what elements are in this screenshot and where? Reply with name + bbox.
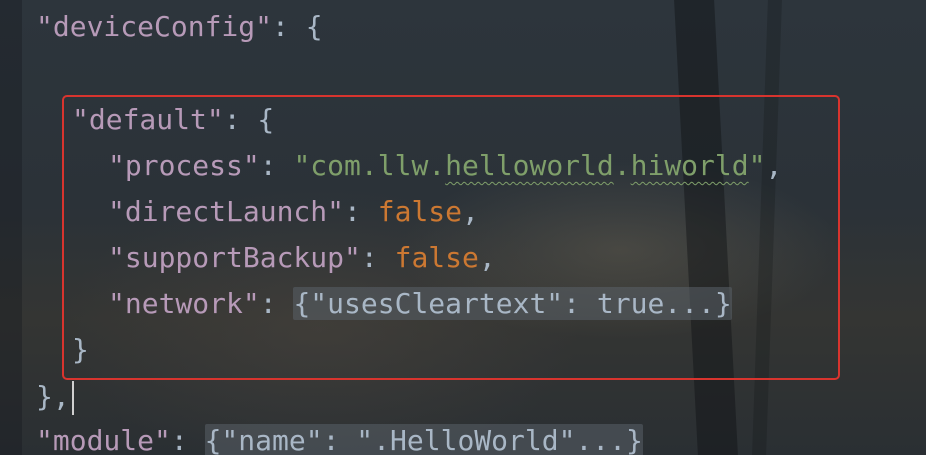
- code-line-module[interactable]: "module": {"name": ".HelloWorld"...}: [36, 418, 643, 455]
- highlight-annotation-box: [62, 95, 840, 380]
- colon-open-brace: : {: [272, 10, 323, 43]
- folded-region-module[interactable]: {"name": ".HelloWorld"...}: [204, 424, 643, 455]
- json-key-module: "module": [36, 424, 171, 455]
- code-line-close-deviceConfig[interactable]: },: [36, 374, 74, 420]
- colon: :: [170, 424, 205, 455]
- close-brace-comma: },: [36, 380, 70, 413]
- json-key-deviceConfig: "deviceConfig": [36, 10, 273, 43]
- text-caret: [71, 381, 74, 415]
- code-line-deviceConfig[interactable]: "deviceConfig": {: [36, 4, 323, 50]
- editor-gutter: [0, 0, 22, 455]
